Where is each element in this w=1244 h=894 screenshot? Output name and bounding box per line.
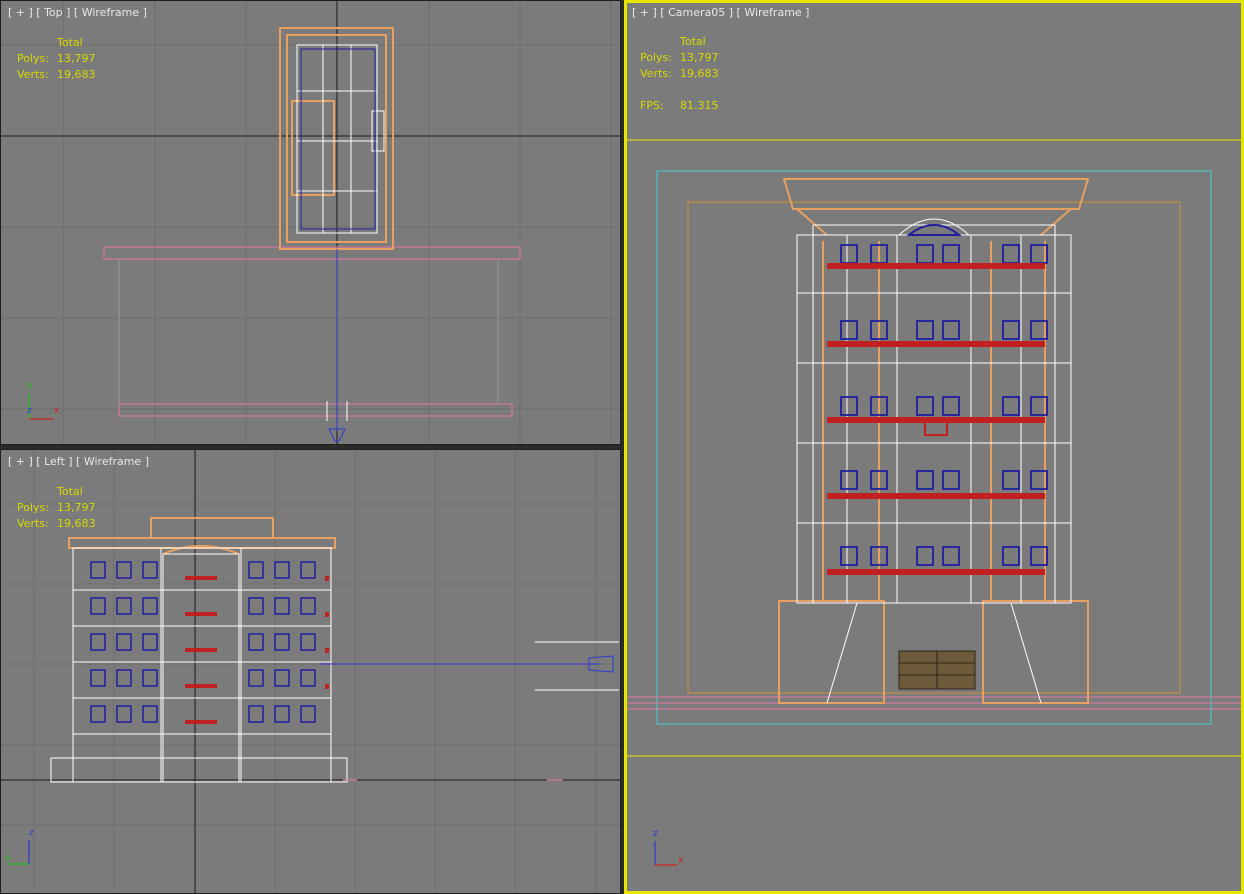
window-outline (840, 546, 858, 566)
window-outline (942, 546, 960, 566)
window-outline (300, 561, 316, 579)
window-outline (942, 470, 960, 490)
window-outline (300, 705, 316, 723)
window-outline (116, 705, 132, 723)
window-outline (274, 633, 290, 651)
window-outline (142, 561, 158, 579)
stats-header: Total (680, 35, 706, 48)
verts-value: 19,683 (680, 67, 719, 80)
window-outline (300, 633, 316, 651)
window-outline (116, 669, 132, 687)
window-outline (248, 597, 264, 615)
window-outline (142, 597, 158, 615)
window-outline (274, 705, 290, 723)
window-outline (248, 669, 264, 687)
axis-label-z: z (29, 828, 34, 838)
viewport-label[interactable]: [ + ] [ Camera05 ] [ Wireframe ] (632, 6, 809, 19)
verts-label: Verts: (17, 517, 49, 530)
window-outline (300, 669, 316, 687)
verts-value: 19,683 (57, 517, 96, 530)
window-outline (916, 320, 934, 340)
viewport-label[interactable]: [ + ] [ Top ] [ Wireframe ] (8, 6, 147, 19)
axis-label-x: x (54, 406, 60, 416)
window-outline (942, 320, 960, 340)
window-outline (1002, 244, 1020, 264)
window-outline (840, 244, 858, 264)
viewport-label[interactable]: [ + ] [ Left ] [ Wireframe ] (8, 455, 149, 468)
polys-label: Polys: (640, 51, 672, 64)
window-outline (274, 597, 290, 615)
window-outline (142, 633, 158, 651)
camera-view-wireframe (627, 139, 1241, 866)
axis-label-z: z (653, 829, 658, 839)
window-outline (1002, 396, 1020, 416)
stats-header: Total (57, 36, 83, 49)
window-outline (90, 633, 106, 651)
window-outline (1002, 320, 1020, 340)
window-outline (1002, 470, 1020, 490)
fps-label: FPS: (640, 99, 664, 112)
window-outline (274, 561, 290, 579)
window-outline (116, 597, 132, 615)
axis-label-x: x (678, 855, 684, 865)
window-outline (840, 470, 858, 490)
window-outline (248, 633, 264, 651)
fps-value: 81.315 (680, 99, 719, 112)
polys-label: Polys: (17, 501, 49, 514)
window-outline (248, 705, 264, 723)
axis-label-y: y (27, 381, 33, 391)
window-outline (90, 669, 106, 687)
window-outline (916, 244, 934, 264)
window-outline (90, 597, 106, 615)
window-outline (300, 597, 316, 615)
window-outline (90, 561, 106, 579)
window-outline (916, 396, 934, 416)
viewport-left[interactable]: [ + ] [ Left ] [ Wireframe ] Total Polys… (0, 449, 621, 894)
window-outline (142, 669, 158, 687)
viewport-camera[interactable]: [ + ] [ Camera05 ] [ Wireframe ] Total P… (624, 0, 1244, 894)
viewport-top[interactable]: [ + ] [ Top ] [ Wireframe ] Total Polys:… (0, 0, 621, 445)
window-outline (116, 633, 132, 651)
window-outline (142, 705, 158, 723)
window-outline (840, 396, 858, 416)
polys-value: 13,797 (57, 501, 96, 514)
stats-header: Total (57, 485, 83, 498)
polys-value: 13,797 (680, 51, 719, 64)
window-outline (248, 561, 264, 579)
axis-label-y: y (5, 853, 11, 863)
window-outline (916, 470, 934, 490)
polys-value: 13,797 (57, 52, 96, 65)
window-outline (942, 396, 960, 416)
window-outline (916, 546, 934, 566)
window-outline (840, 320, 858, 340)
window-outline (116, 561, 132, 579)
window-outline (942, 244, 960, 264)
window-outline (90, 705, 106, 723)
verts-label: Verts: (640, 67, 672, 80)
polys-label: Polys: (17, 52, 49, 65)
verts-value: 19,683 (57, 68, 96, 81)
axis-label-z: z (27, 406, 32, 416)
window-outline (274, 669, 290, 687)
verts-label: Verts: (17, 68, 49, 81)
window-outline (1002, 546, 1020, 566)
